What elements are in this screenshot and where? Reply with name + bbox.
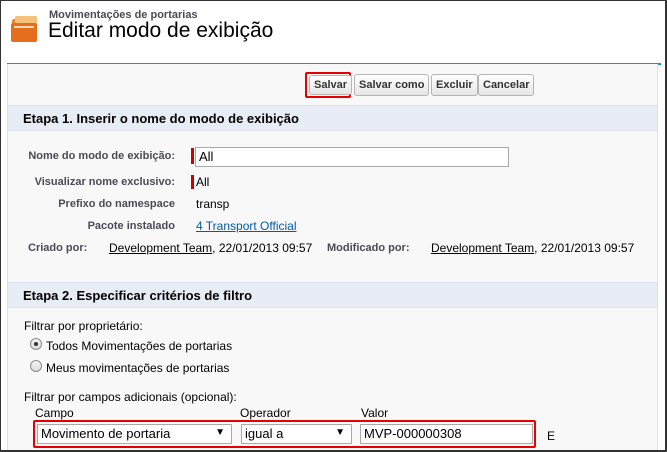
- my-records-label[interactable]: Meus movimentações de portarias: [46, 361, 229, 375]
- package-label: Pacote instalado: [87, 220, 175, 232]
- modified-by-info: Development Team, 22/01/2013 09:57: [431, 241, 634, 255]
- all-records-label[interactable]: Todos Movimentações de portarias: [46, 339, 232, 353]
- page-header: Movimentações de portarias Editar modo d…: [1, 1, 665, 59]
- namespace-value: transp: [196, 197, 230, 211]
- operator-column-header: Operador: [240, 406, 291, 420]
- filter-field-select[interactable]: Movimento de portaria ▼: [37, 424, 232, 444]
- modified-by-user-link[interactable]: Development Team: [431, 241, 534, 255]
- edit-view-panel: Salvar Salvar como Excluir Cancelar Etap…: [7, 64, 658, 450]
- additional-filter-label: Filtrar por campos adicionais (opcional)…: [24, 390, 237, 404]
- page-title: Editar modo de exibição: [48, 19, 274, 42]
- unique-name-label: Visualizar nome exclusivo:: [34, 176, 175, 188]
- cancel-button[interactable]: Cancelar: [478, 74, 535, 96]
- filter-operator-value: igual a: [245, 426, 284, 441]
- button-toolbar: Salvar Salvar como Excluir Cancelar: [8, 72, 657, 102]
- filter-field-value: Movimento de portaria: [41, 426, 171, 441]
- save-as-button[interactable]: Salvar como: [354, 74, 430, 96]
- created-by-label: Criado por:: [28, 242, 88, 254]
- owner-filter-label: Filtrar por proprietário:: [24, 319, 143, 333]
- my-records-radio[interactable]: [30, 360, 42, 372]
- save-button[interactable]: Salvar: [309, 75, 353, 95]
- value-column-header: Valor: [361, 406, 389, 420]
- namespace-label: Prefixo do namespace: [58, 198, 175, 210]
- created-by-user-link[interactable]: Development Team: [109, 241, 212, 255]
- unique-name-value: All: [196, 175, 210, 189]
- all-records-radio[interactable]: [30, 338, 42, 350]
- dropdown-arrow-icon: ▼: [215, 427, 225, 438]
- view-name-input[interactable]: All: [195, 147, 509, 167]
- required-indicator: [191, 148, 194, 164]
- view-name-label: Nome do modo de exibição:: [28, 150, 175, 162]
- created-by-date: , 22/01/2013 09:57: [212, 241, 313, 255]
- step2-header: Etapa 2. Especificar critérios de filtro: [8, 282, 657, 308]
- field-column-header: Campo: [35, 406, 74, 420]
- filter-operator-select[interactable]: igual a ▼: [241, 424, 352, 444]
- required-indicator: [191, 175, 194, 189]
- modified-by-label: Modificado por:: [327, 242, 410, 254]
- step1-header: Etapa 1. Inserir o nome do modo de exibi…: [8, 105, 657, 131]
- save-button-highlight: Salvar: [305, 72, 353, 98]
- delete-button[interactable]: Excluir: [431, 74, 478, 96]
- folder-stack-icon: [11, 16, 37, 42]
- modified-by-date: , 22/01/2013 09:57: [534, 241, 635, 255]
- filter-value-input[interactable]: MVP-000000308: [360, 424, 533, 444]
- window-frame: Movimentações de portarias Editar modo d…: [0, 0, 667, 452]
- dropdown-arrow-icon: ▼: [335, 427, 345, 438]
- package-link[interactable]: 4 Transport Official: [196, 219, 297, 233]
- filter-join-label: E: [547, 429, 556, 443]
- created-by-info: Development Team, 22/01/2013 09:57: [109, 241, 312, 255]
